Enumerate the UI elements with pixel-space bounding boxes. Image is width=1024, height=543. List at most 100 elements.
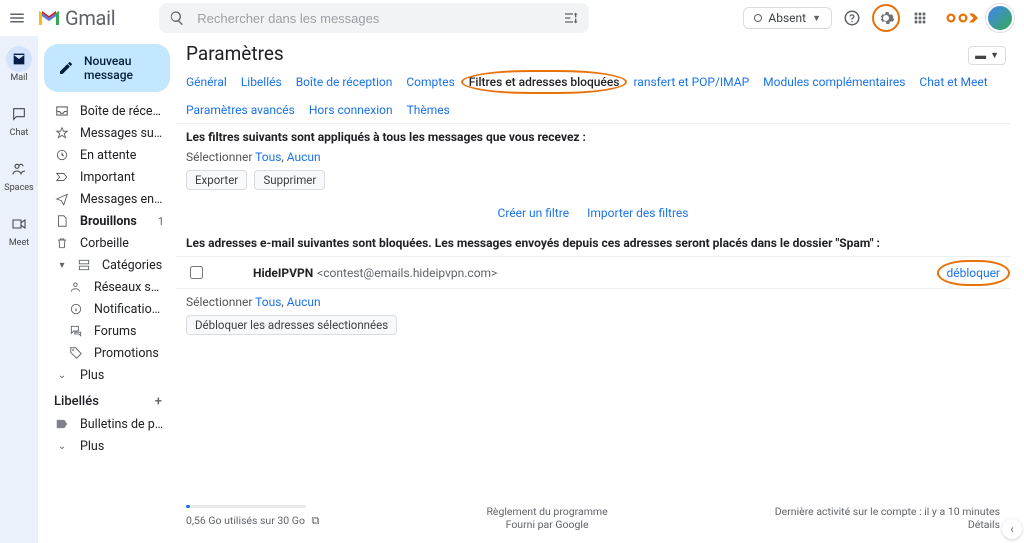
add-label-button[interactable]: + <box>155 394 162 409</box>
search-input[interactable] <box>195 10 553 27</box>
compose-button[interactable]: Nouveau message <box>44 44 170 92</box>
unblock-selected-button[interactable]: Débloquer les adresses sélectionnées <box>186 315 397 335</box>
sidebar-categories[interactable]: ▾ Catégories <box>42 254 172 276</box>
chat-icon <box>6 101 32 127</box>
important-icon <box>54 169 70 185</box>
tab-general[interactable]: Général <box>186 75 227 89</box>
chevron-down-icon: ⌄ <box>54 367 70 383</box>
select-all-link[interactable]: Tous <box>255 150 281 164</box>
status-label: Absent <box>768 11 806 25</box>
compose-label: Nouveau message <box>84 54 156 82</box>
send-icon <box>54 191 70 207</box>
drafts-count: 1 <box>158 215 164 228</box>
tab-forwarding[interactable]: ransfert et POP/IMAP <box>633 75 749 89</box>
tab-inbox[interactable]: Boîte de réception <box>296 75 393 89</box>
delete-button[interactable]: Supprimer <box>254 170 325 190</box>
inbox-icon <box>54 103 70 119</box>
sidebar-cat-forums[interactable]: Forums <box>42 320 172 342</box>
nav-meet[interactable]: Meet <box>6 211 32 248</box>
star-icon <box>54 125 70 141</box>
status-chip[interactable]: Absent ▼ <box>743 7 832 29</box>
select-label-2: Sélectionner <box>186 295 252 309</box>
select-none-link[interactable]: Aucun <box>287 150 321 164</box>
help-button[interactable] <box>838 4 866 32</box>
sidebar-more[interactable]: ⌄ Plus <box>42 364 172 386</box>
tab-advanced[interactable]: Paramètres avancés <box>186 103 295 117</box>
sidebar-starred[interactable]: Messages suivis <box>42 122 172 144</box>
select-label: Sélectionner <box>186 150 252 164</box>
sidebar-inbox[interactable]: Boîte de réception <box>42 100 172 122</box>
extension-icon[interactable] <box>940 9 980 27</box>
input-tools-button[interactable]: ▬ ▼ <box>968 46 1006 65</box>
blocked-section-header: Les adresses e-mail suivantes sont bloqu… <box>176 230 1010 256</box>
forum-icon <box>68 323 84 339</box>
select-all-link-2[interactable]: Tous <box>255 295 281 309</box>
settings-button[interactable] <box>872 4 900 32</box>
sidebar-label-payslips[interactable]: Bulletins de paie <box>42 413 172 435</box>
spaces-icon <box>6 156 32 182</box>
mail-icon <box>6 46 32 72</box>
blocked-address-row: HideIPVPN <contest@emails.hideipvpn.com>… <box>176 256 1010 289</box>
sidebar-trash[interactable]: Corbeille <box>42 232 172 254</box>
tab-chat[interactable]: Chat et Meet <box>919 75 987 89</box>
trash-icon <box>54 235 70 251</box>
pencil-icon <box>58 60 74 76</box>
gmail-logo[interactable]: Gmail <box>37 6 115 30</box>
filters-section-header: Les filtres suivants sont appliqués à to… <box>176 124 1010 150</box>
categories-icon <box>76 257 92 273</box>
sidebar-cat-updates[interactable]: Notifications <box>42 298 172 320</box>
open-in-new-icon[interactable]: ⧉ <box>312 514 320 527</box>
nav-chat[interactable]: Chat <box>6 101 32 138</box>
footer-details-link[interactable]: Détails <box>775 518 1000 531</box>
chevron-down-icon: ▼ <box>990 50 999 61</box>
search-icon <box>169 10 185 26</box>
nav-spaces[interactable]: Spaces <box>4 156 33 193</box>
labels-header: Libellés <box>54 394 99 409</box>
blocked-row-checkbox[interactable] <box>190 266 203 279</box>
chevron-down-icon: ▼ <box>812 13 821 24</box>
tab-filters[interactable]: Filtres et adresses bloquées <box>469 75 620 89</box>
clock-icon <box>54 147 70 163</box>
meet-icon <box>6 211 32 237</box>
tab-labels[interactable]: Libellés <box>241 75 282 89</box>
footer-powered: Fourni par Google <box>319 518 774 531</box>
sidebar-drafts[interactable]: Brouillons 1 <box>42 210 172 232</box>
export-button[interactable]: Exporter <box>186 170 247 190</box>
info-icon <box>68 301 84 317</box>
sidebar-important[interactable]: Important <box>42 166 172 188</box>
status-dot-icon <box>754 14 762 22</box>
sidebar-cat-promotions[interactable]: Promotions <box>42 342 172 364</box>
sidebar-sent[interactable]: Messages envoyés <box>42 188 172 210</box>
import-filters-link[interactable]: Importer des filtres <box>587 206 688 220</box>
blocked-sender-name: HideIPVPN <box>253 266 313 280</box>
side-panel-toggle[interactable]: ‹ <box>1002 519 1022 539</box>
chevron-down-icon: ⌄ <box>54 438 70 454</box>
tag-icon <box>68 345 84 361</box>
tab-themes[interactable]: Thèmes <box>407 103 450 117</box>
tab-addons[interactable]: Modules complémentaires <box>763 75 905 89</box>
chevron-down-icon: ▾ <box>54 257 70 273</box>
sidebar-cat-social[interactable]: Réseaux sociaux <box>42 276 172 298</box>
footer-rules[interactable]: Règlement du programme <box>319 505 774 518</box>
blocked-sender-address: <contest@emails.hideipvpn.com> <box>317 266 497 280</box>
gmail-logo-text: Gmail <box>65 6 115 30</box>
main-menu-button[interactable] <box>8 9 26 27</box>
create-filter-link[interactable]: Créer un filtre <box>498 206 570 220</box>
tab-offline[interactable]: Hors connexion <box>309 103 393 117</box>
sidebar-snoozed[interactable]: En attente <box>42 144 172 166</box>
label-icon <box>54 416 70 432</box>
settings-tabs: Général Libellés Boîte de réception Comp… <box>176 75 1010 124</box>
search-options-icon[interactable] <box>563 10 579 26</box>
sidebar-more-labels[interactable]: ⌄ Plus <box>42 435 172 457</box>
select-none-link-2[interactable]: Aucun <box>287 295 321 309</box>
nav-mail[interactable]: Mail <box>6 46 32 83</box>
search-bar[interactable] <box>159 3 589 33</box>
keyboard-icon: ▬ <box>975 49 986 62</box>
unblock-link[interactable]: débloquer <box>947 266 1001 280</box>
storage-text: 0,56 Go utilisés sur 30 Go <box>186 514 305 527</box>
apps-button[interactable] <box>906 4 934 32</box>
draft-icon <box>54 213 70 229</box>
account-avatar[interactable] <box>986 4 1014 32</box>
people-icon <box>68 279 84 295</box>
tab-accounts[interactable]: Comptes <box>406 75 454 89</box>
